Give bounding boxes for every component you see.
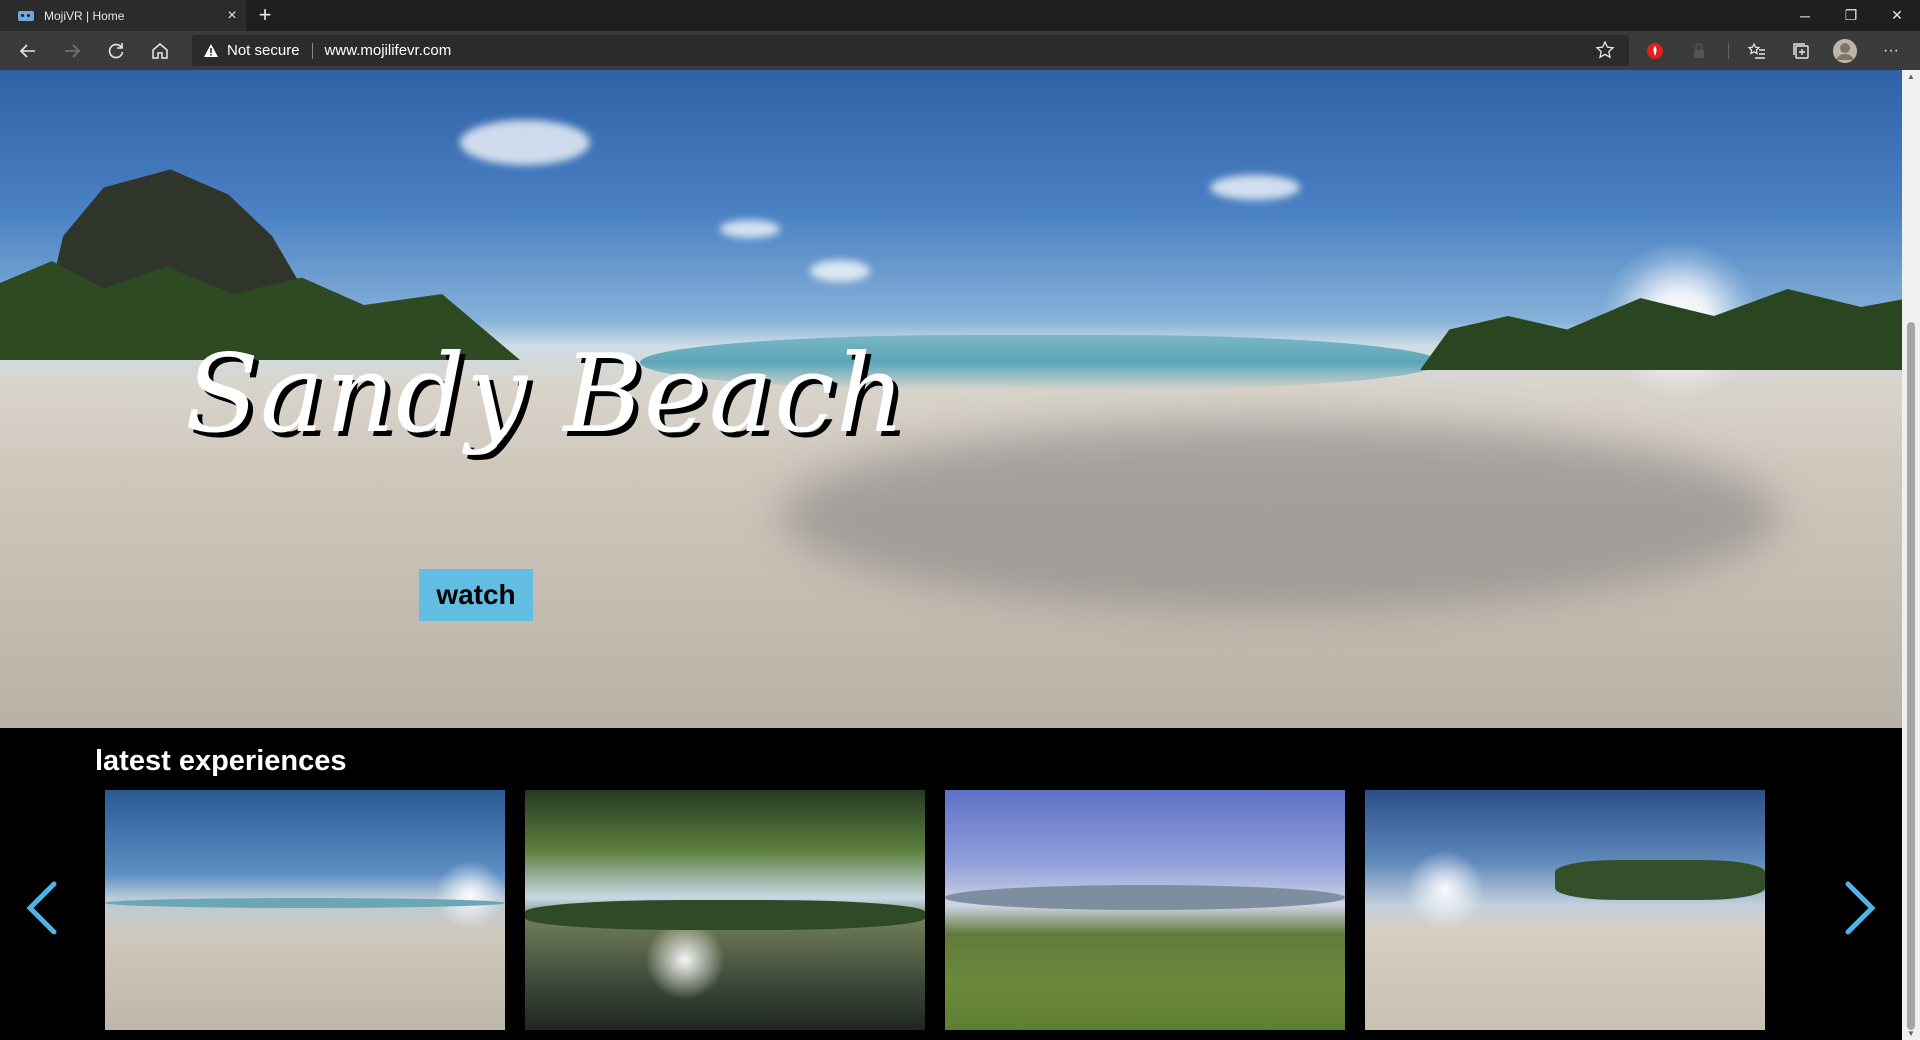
favorite-star-icon[interactable] bbox=[1595, 40, 1615, 60]
tab-title: MojiVR | Home bbox=[44, 8, 125, 23]
palm-shadow bbox=[780, 420, 1780, 610]
scroll-down-icon[interactable]: ▼ bbox=[1907, 1029, 1915, 1038]
hero-title: Sandy Beach bbox=[185, 332, 907, 457]
browser-toolbar: Not secure www.mojilifevr.com ··· bbox=[0, 31, 1920, 70]
refresh-icon bbox=[108, 43, 124, 59]
hero-banner: Sandy Beach watch bbox=[0, 70, 1902, 728]
palm-trees bbox=[1555, 860, 1765, 900]
shield-extension-icon bbox=[1647, 43, 1663, 59]
url-text[interactable]: www.mojilifevr.com bbox=[325, 42, 452, 59]
experience-card-beach[interactable] bbox=[105, 790, 505, 1030]
address-separator bbox=[311, 42, 313, 59]
security-status[interactable]: Not secure bbox=[227, 42, 300, 59]
vr-headset-icon bbox=[18, 10, 34, 21]
extension-button[interactable] bbox=[1640, 37, 1670, 65]
cloud bbox=[1210, 175, 1300, 200]
new-tab-button[interactable]: + bbox=[252, 3, 278, 27]
back-button[interactable] bbox=[13, 36, 43, 66]
address-bar[interactable]: Not secure www.mojilifevr.com bbox=[192, 35, 1629, 66]
scroll-thumb[interactable] bbox=[1907, 322, 1915, 1030]
avatar bbox=[1833, 39, 1857, 63]
experience-card-beach-sunset[interactable] bbox=[1365, 790, 1765, 1030]
restore-button[interactable]: ❐ bbox=[1828, 0, 1874, 31]
latest-experiences-heading: latest experiences bbox=[95, 745, 347, 777]
cloud bbox=[460, 120, 590, 165]
extension-disabled-button[interactable] bbox=[1684, 37, 1714, 65]
carousel-next-icon[interactable] bbox=[1840, 878, 1880, 938]
warning-icon bbox=[204, 44, 218, 57]
lock-extension-icon bbox=[1694, 43, 1704, 58]
settings-more-button[interactable]: ··· bbox=[1876, 37, 1906, 65]
profile-button[interactable] bbox=[1830, 37, 1860, 65]
minimize-button[interactable]: ─ bbox=[1782, 0, 1828, 31]
arrow-left-icon bbox=[19, 44, 35, 58]
collections-icon bbox=[1793, 43, 1809, 59]
home-button[interactable] bbox=[145, 36, 175, 66]
favorites-list-icon bbox=[1747, 42, 1765, 59]
mountains bbox=[945, 885, 1345, 910]
cloud bbox=[810, 260, 870, 282]
arrow-right-icon bbox=[65, 44, 81, 58]
sun bbox=[1405, 850, 1485, 930]
collections-button[interactable] bbox=[1786, 37, 1816, 65]
tab-mojivr-home[interactable]: MojiVR | Home × bbox=[0, 0, 246, 31]
tab-close-button[interactable]: × bbox=[218, 7, 246, 25]
tab-bar: MojiVR | Home × + ─ ❐ ✕ bbox=[0, 0, 1920, 31]
sun-reflection bbox=[645, 920, 725, 1000]
cloud bbox=[720, 220, 780, 238]
close-window-button[interactable]: ✕ bbox=[1874, 0, 1920, 31]
experience-card-meadow[interactable] bbox=[945, 790, 1345, 1030]
refresh-button[interactable] bbox=[101, 36, 131, 66]
forward-button[interactable] bbox=[57, 36, 87, 66]
scroll-up-icon[interactable]: ▲ bbox=[1907, 72, 1915, 81]
toolbar-separator bbox=[1728, 43, 1729, 59]
island-trees bbox=[525, 900, 925, 930]
home-icon bbox=[152, 43, 168, 59]
carousel-prev-icon[interactable] bbox=[22, 878, 62, 938]
page-viewport: Sandy Beach watch latest experiences bbox=[0, 70, 1902, 1040]
watch-button[interactable]: watch bbox=[419, 569, 533, 621]
page-scrollbar[interactable]: ▲ ▼ bbox=[1902, 70, 1920, 1040]
experience-card-forest-river[interactable] bbox=[525, 790, 925, 1030]
sun bbox=[435, 860, 505, 930]
favorites-button[interactable] bbox=[1742, 37, 1772, 65]
sea bbox=[105, 898, 505, 908]
